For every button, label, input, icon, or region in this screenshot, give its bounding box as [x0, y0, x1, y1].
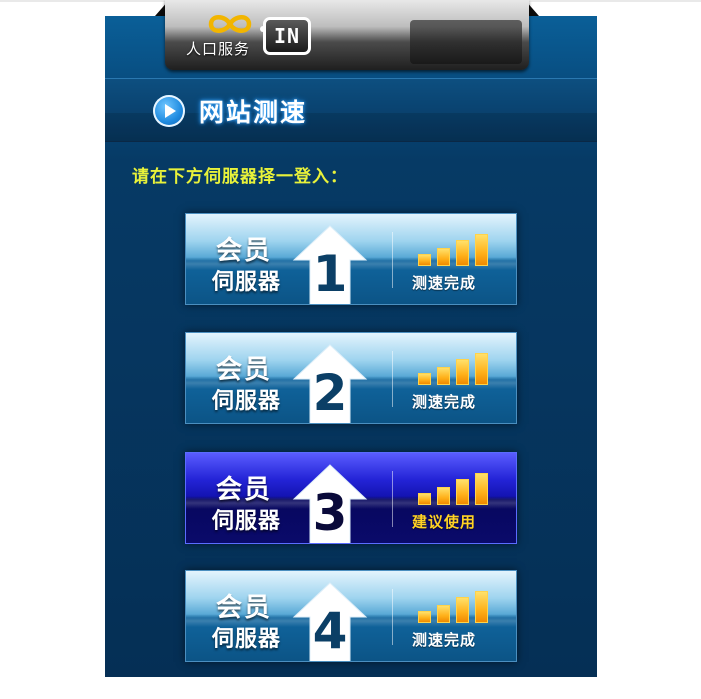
signal-bar	[418, 611, 431, 623]
signal-bar	[456, 479, 469, 505]
button-divider	[392, 232, 393, 288]
signal-bar	[456, 359, 469, 385]
server-label-line2: 伺服器	[212, 509, 282, 534]
server-status: 测速完成	[412, 274, 477, 292]
server-label-line1: 会员	[216, 593, 273, 623]
server-button-1[interactable]: 会员伺服器 1 测速完成	[185, 213, 517, 305]
signal-bar	[475, 591, 488, 623]
signal-bar	[418, 493, 431, 505]
speed-test-panel: 网站测速 请在下方伺服器择一登入： 会员 伺服器 1 测速完成 会员 伺服器 2 测速完成 会员…	[105, 16, 597, 677]
signal-bars-icon	[418, 585, 498, 623]
server-label-line1: 会员	[216, 475, 273, 505]
server-status: 测速完成	[412, 631, 477, 649]
server-status: 测速完成	[412, 393, 477, 411]
server-number: 4	[312, 602, 348, 660]
signal-bar	[418, 254, 431, 266]
server-label-line1: 会员	[216, 355, 273, 385]
play-icon	[153, 95, 185, 127]
server-button-3[interactable]: 会员伺服器 3 建议使用	[185, 452, 517, 544]
signal-bar	[437, 605, 450, 623]
in-badge-text: IN	[273, 24, 301, 48]
server-number: 2	[312, 364, 348, 422]
signal-bar	[475, 234, 488, 266]
signal-bar	[475, 353, 488, 385]
button-divider	[392, 471, 393, 527]
server-button-2[interactable]: 会员伺服器 2 测速完成	[185, 332, 517, 424]
page-title: 网站测速	[199, 98, 308, 127]
header-body: 人口服务 IN	[165, 0, 529, 70]
signal-bars-icon	[418, 228, 498, 266]
server-status: 建议使用	[412, 513, 477, 531]
signal-bar	[475, 473, 488, 505]
signal-bar	[437, 248, 450, 266]
signal-bars-icon	[418, 467, 498, 505]
button-divider	[392, 351, 393, 407]
server-button-4[interactable]: 会员伺服器 4 测速完成	[185, 570, 517, 662]
instruction-text: 请在下方伺服器择一登入：	[132, 167, 348, 187]
in-badge-dot	[260, 26, 266, 32]
header-slot	[410, 20, 522, 64]
signal-bars-icon	[418, 347, 498, 385]
signal-bar	[456, 597, 469, 623]
in-badge: IN	[260, 17, 311, 55]
infinity-logo-icon	[208, 15, 252, 33]
server-label-line1: 会员	[216, 236, 273, 266]
server-label-line2: 伺服器	[212, 270, 282, 295]
signal-bar	[418, 373, 431, 385]
logo-text: 人口服务	[186, 40, 251, 58]
server-label-line2: 伺服器	[212, 389, 282, 414]
header-tab: 人口服务 IN	[155, 0, 539, 70]
signal-bar	[437, 367, 450, 385]
section-title-bar: 网站测速	[105, 78, 597, 142]
signal-bar	[456, 240, 469, 266]
server-number: 1	[312, 245, 348, 303]
signal-bar	[437, 487, 450, 505]
server-label-line2: 伺服器	[212, 627, 282, 652]
server-number: 3	[312, 484, 348, 542]
button-divider	[392, 589, 393, 645]
